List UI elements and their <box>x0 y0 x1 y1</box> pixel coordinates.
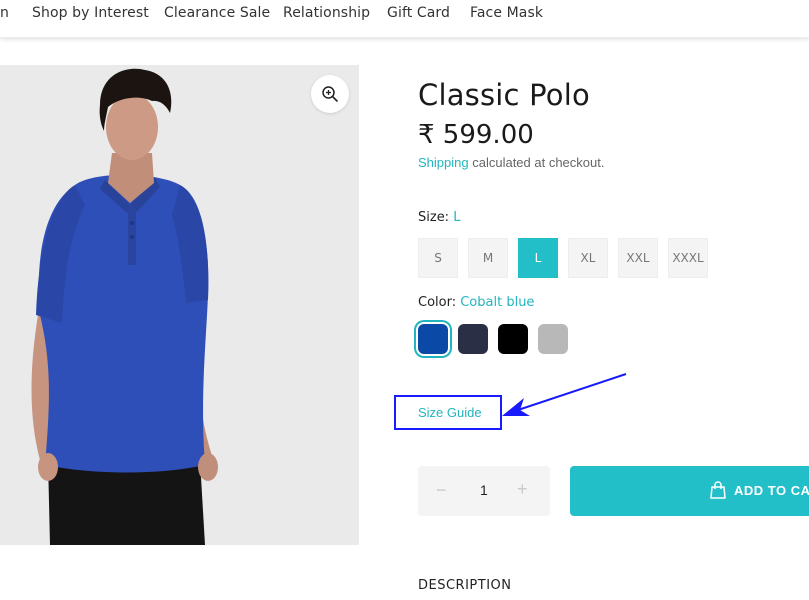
quantity-stepper: − 1 + <box>418 466 550 516</box>
annotation-arrow-icon <box>502 373 627 416</box>
size-option-xl[interactable]: XL <box>568 238 608 278</box>
color-swatch-black[interactable] <box>498 324 528 354</box>
color-label-text: Color: <box>418 295 457 310</box>
color-swatch-cobalt-blue[interactable] <box>418 324 448 354</box>
quantity-decrease-button[interactable]: − <box>436 480 447 501</box>
add-to-cart-label: ADD TO CART <box>734 483 809 498</box>
size-option-s[interactable]: S <box>418 238 458 278</box>
quantity-increase-button[interactable]: + <box>517 479 528 500</box>
quantity-value[interactable]: 1 <box>480 482 488 498</box>
top-nav: n Shop by Interest Clearance Sale Relati… <box>0 0 809 38</box>
color-swatch-navy[interactable] <box>458 324 488 354</box>
size-option-xxxl[interactable]: XXXL <box>668 238 708 278</box>
size-label: Size: L <box>418 210 460 225</box>
nav-item-clearance-sale[interactable]: Clearance Sale <box>164 5 270 21</box>
size-option-m[interactable]: M <box>468 238 508 278</box>
nav-item-face-mask[interactable]: Face Mask <box>470 5 543 21</box>
shipping-note-text: calculated at checkout. <box>468 155 605 170</box>
nav-item-partial[interactable]: n <box>0 5 9 21</box>
color-label: Color: Cobalt blue <box>418 295 534 310</box>
add-to-cart-button[interactable]: ADD TO CART <box>570 466 809 516</box>
product-image[interactable] <box>0 65 359 545</box>
shopping-bag-icon <box>710 481 726 499</box>
product-price: ₹ 599.00 <box>418 120 534 150</box>
zoom-in-icon <box>322 86 338 102</box>
color-selected-value: Cobalt blue <box>460 295 535 310</box>
size-selected-value: L <box>453 210 461 225</box>
nav-item-shop-by-interest[interactable]: Shop by Interest <box>32 5 149 21</box>
shipping-note: Shipping calculated at checkout. <box>418 155 604 170</box>
product-title: Classic Polo <box>418 78 590 112</box>
model-photo <box>0 65 359 545</box>
nav-item-gift-card[interactable]: Gift Card <box>387 5 450 21</box>
size-option-xxl[interactable]: XXL <box>618 238 658 278</box>
shipping-link[interactable]: Shipping <box>418 155 469 170</box>
size-option-l[interactable]: L <box>518 238 558 278</box>
zoom-button[interactable] <box>311 75 349 113</box>
size-guide-link[interactable]: Size Guide <box>418 405 482 420</box>
color-swatch-grey[interactable] <box>538 324 568 354</box>
description-heading[interactable]: DESCRIPTION <box>418 578 512 593</box>
size-label-text: Size: <box>418 210 450 225</box>
nav-item-relationship[interactable]: Relationship <box>283 5 370 21</box>
